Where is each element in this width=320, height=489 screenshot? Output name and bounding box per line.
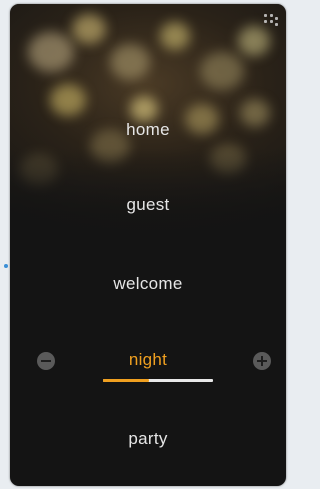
scene-panel: home guest welcome night party [10, 4, 286, 486]
scene-item-party[interactable]: party [10, 429, 286, 449]
scene-level-slider[interactable] [103, 379, 213, 382]
scene-item-welcome[interactable]: welcome [10, 274, 286, 294]
scene-item-home[interactable]: home [10, 120, 286, 140]
minus-circle-icon[interactable] [37, 352, 55, 370]
page-indicator-dot [4, 264, 8, 268]
plus-circle-icon[interactable] [253, 352, 271, 370]
scene-level-fill [103, 379, 150, 382]
grid-dots-icon[interactable] [264, 14, 278, 28]
scene-item-guest[interactable]: guest [10, 195, 286, 215]
